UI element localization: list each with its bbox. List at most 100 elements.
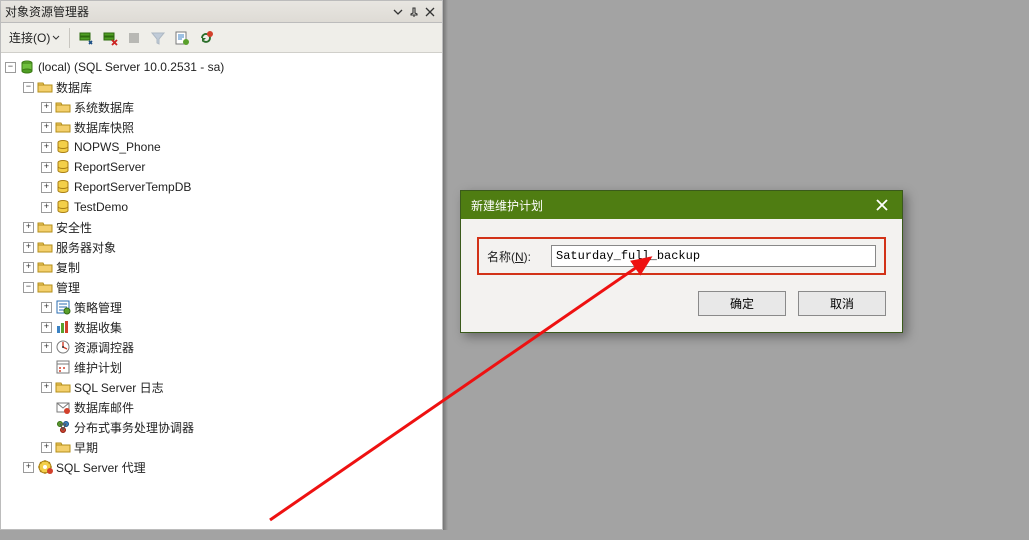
database-icon — [55, 139, 71, 155]
panel-menu-chevron-icon[interactable] — [390, 4, 406, 20]
cancel-button[interactable]: 取消 — [798, 291, 886, 316]
tree-item-label: 系统数据库 — [74, 99, 134, 116]
tree-item[interactable]: + 服务器对象 — [19, 237, 442, 257]
database-icon — [55, 159, 71, 175]
tree-item-label: 数据库快照 — [74, 119, 134, 136]
tree-sql-agent[interactable]: + SQL Server 代理 — [19, 457, 442, 477]
server-label: (local) (SQL Server 10.0.2531 - sa) — [38, 60, 224, 74]
panel-pin-icon[interactable] — [406, 4, 422, 20]
collect-icon — [55, 319, 71, 335]
tree-item[interactable]: +分布式事务处理协调器 — [37, 417, 442, 437]
expander-icon[interactable]: + — [41, 122, 52, 133]
expander-icon[interactable]: + — [41, 102, 52, 113]
expander-icon[interactable]: + — [23, 262, 34, 273]
folder-icon — [55, 119, 71, 135]
plan-icon — [55, 359, 71, 375]
expander-icon[interactable]: + — [41, 442, 52, 453]
panel-title: 对象资源管理器 — [5, 3, 390, 20]
tree-item[interactable]: + ReportServerTempDB — [37, 177, 442, 197]
tree-item[interactable]: +数据收集 — [37, 317, 442, 337]
tree-item-label: 数据库邮件 — [74, 399, 134, 416]
dialog-body: 名称(N): 确定 取消 — [461, 219, 902, 332]
tree-databases[interactable]: − 数据库 — [19, 77, 442, 97]
tree-item[interactable]: + 策略管理 — [37, 297, 442, 317]
tree-item-label: 早期 — [74, 439, 98, 456]
tree-item-label: ReportServerTempDB — [74, 180, 191, 194]
disconnect-server-icon[interactable] — [99, 27, 121, 49]
folder-icon — [37, 279, 53, 295]
script-icon[interactable] — [171, 27, 193, 49]
tree-item-label: 分布式事务处理协调器 — [74, 419, 194, 436]
expander-icon[interactable]: + — [23, 462, 34, 473]
dtc-icon — [55, 419, 71, 435]
tree-item[interactable]: +数据库邮件 — [37, 397, 442, 417]
expander-icon[interactable]: + — [41, 182, 52, 193]
server-icon — [19, 59, 35, 75]
tree-item[interactable]: + 系统数据库 — [37, 97, 442, 117]
tree-server[interactable]: − (local) (SQL Server 10.0.2531 - sa) — [1, 57, 442, 77]
tree-item[interactable]: + NOPWS_Phone — [37, 137, 442, 157]
tree-item-label: 维护计划 — [74, 359, 122, 376]
expander-icon[interactable]: − — [23, 282, 34, 293]
panel-close-icon[interactable] — [422, 4, 438, 20]
mail-icon — [55, 399, 71, 415]
dialog-close-button[interactable] — [862, 191, 902, 219]
policy-icon — [55, 299, 71, 315]
name-label: 名称(N): — [487, 248, 531, 265]
dialog-titlebar[interactable]: 新建维护计划 — [461, 191, 902, 219]
tree-item[interactable]: + 数据库快照 — [37, 117, 442, 137]
tree-item[interactable]: + 早期 — [37, 437, 442, 457]
folder-icon — [37, 219, 53, 235]
folder-icon — [55, 379, 71, 395]
panel-header: 对象资源管理器 — [1, 1, 442, 23]
name-input[interactable] — [551, 245, 876, 267]
expander-icon[interactable]: + — [41, 142, 52, 153]
expander-icon[interactable]: − — [5, 62, 16, 73]
tree-item-label: 服务器对象 — [56, 239, 116, 256]
toolbar: 连接(O) — [1, 23, 442, 53]
database-icon — [55, 199, 71, 215]
tree-item-label: NOPWS_Phone — [74, 140, 161, 154]
tree-item[interactable]: +资源调控器 — [37, 337, 442, 357]
dialog-button-row: 确定 取消 — [477, 291, 886, 316]
expander-icon[interactable]: + — [41, 302, 52, 313]
stop-icon — [123, 27, 145, 49]
expander-icon[interactable]: + — [23, 222, 34, 233]
name-field-row: 名称(N): — [477, 237, 886, 275]
tree-item-label: 策略管理 — [74, 299, 122, 316]
toolbar-separator — [69, 28, 70, 48]
databases-label: 数据库 — [56, 79, 92, 96]
tree-item-label: ReportServer — [74, 160, 145, 174]
expander-icon[interactable]: + — [41, 382, 52, 393]
agent-icon — [37, 459, 53, 475]
expander-icon[interactable]: − — [23, 82, 34, 93]
tree-item[interactable]: + 复制 — [19, 257, 442, 277]
tree-item[interactable]: +维护计划 — [37, 357, 442, 377]
tree-item[interactable]: +安全性 — [19, 217, 442, 237]
folder-icon — [37, 259, 53, 275]
connect-dropdown[interactable]: 连接(O) — [5, 27, 64, 48]
refresh-icon[interactable] — [195, 27, 217, 49]
object-explorer-panel: 对象资源管理器 连接(O) − (local) (SQL Server 10.0… — [0, 0, 443, 530]
expander-icon[interactable]: + — [23, 242, 34, 253]
expander-icon[interactable]: + — [41, 322, 52, 333]
expander-icon[interactable]: + — [41, 342, 52, 353]
tree-item[interactable]: + ReportServer — [37, 157, 442, 177]
ok-button[interactable]: 确定 — [698, 291, 786, 316]
new-maintenance-plan-dialog: 新建维护计划 名称(N): 确定 取消 — [460, 190, 903, 333]
connect-server-icon[interactable] — [75, 27, 97, 49]
expander-icon[interactable]: + — [41, 202, 52, 213]
tree-item-label: 复制 — [56, 259, 80, 276]
folder-icon — [55, 99, 71, 115]
connect-label: 连接(O) — [9, 29, 50, 46]
tree-item[interactable]: + TestDemo — [37, 197, 442, 217]
database-icon — [55, 179, 71, 195]
agent-label: SQL Server 代理 — [56, 459, 146, 476]
expander-icon[interactable]: + — [41, 162, 52, 173]
governor-icon — [55, 339, 71, 355]
tree-item[interactable]: +SQL Server 日志 — [37, 377, 442, 397]
tree-management[interactable]: − 管理 — [19, 277, 442, 297]
folder-icon — [55, 439, 71, 455]
tree[interactable]: − (local) (SQL Server 10.0.2531 - sa) − … — [1, 53, 442, 529]
tree-item-label: TestDemo — [74, 200, 128, 214]
